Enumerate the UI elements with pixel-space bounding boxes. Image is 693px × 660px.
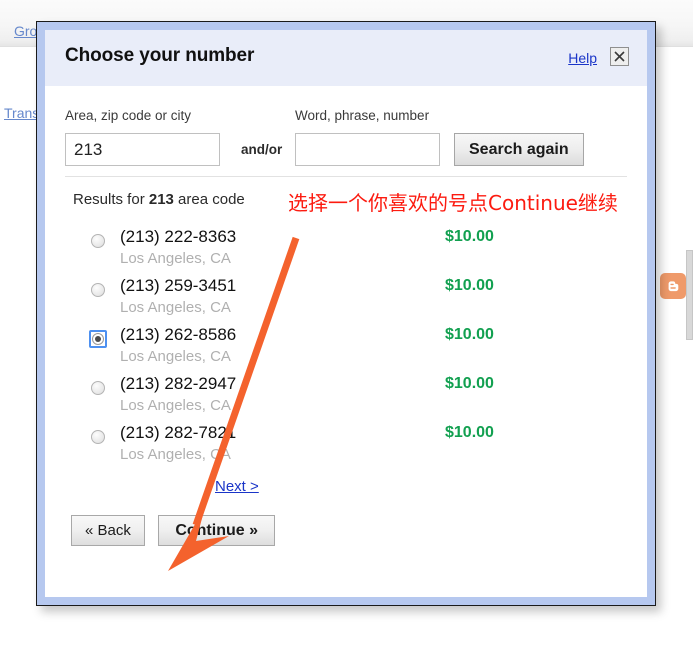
continue-button[interactable]: Continue » (158, 515, 275, 546)
word-input[interactable] (295, 133, 440, 166)
phone-number[interactable]: (213) 222-8363 (120, 227, 236, 247)
phone-price: $10.00 (445, 424, 494, 441)
phone-number[interactable]: (213) 262-8586 (120, 325, 236, 345)
phone-number[interactable]: (213) 259-3451 (120, 276, 236, 296)
help-link[interactable]: Help (568, 50, 597, 66)
blogger-icon[interactable] (660, 273, 686, 299)
results-header-prefix: Results for (73, 191, 149, 208)
phone-city: Los Angeles, CA (120, 446, 231, 463)
annotation-text: 选择一个你喜欢的号点Continue继续 (288, 191, 618, 215)
radio-button[interactable] (91, 283, 105, 297)
phone-price: $10.00 (445, 326, 494, 343)
radio-dot-outer (92, 333, 104, 345)
background-scroll-strip (686, 250, 693, 340)
choose-number-dialog: Choose your number Help Area, zip code o… (36, 21, 656, 606)
back-button[interactable]: « Back (71, 515, 145, 546)
dialog-footer: « Back Continue » (71, 515, 275, 546)
results-header: Results for 213 area code (73, 191, 245, 208)
radio-button-selected[interactable] (89, 330, 107, 348)
word-input-label: Word, phrase, number (295, 108, 430, 123)
table-row[interactable]: (213) 259-3451 Los Angeles, CA $10.00 (45, 276, 647, 326)
area-input[interactable] (65, 133, 220, 166)
next-page-link[interactable]: Next > (215, 478, 259, 495)
phone-number[interactable]: (213) 282-2947 (120, 374, 236, 394)
dialog-header: Choose your number Help (45, 30, 647, 86)
phone-number[interactable]: (213) 282-7821 (120, 423, 236, 443)
table-row[interactable]: (213) 282-7821 Los Angeles, CA $10.00 (45, 423, 647, 473)
close-icon[interactable] (610, 47, 629, 66)
radio-button[interactable] (91, 234, 105, 248)
dialog-content: Choose your number Help Area, zip code o… (45, 30, 647, 597)
phone-price: $10.00 (445, 277, 494, 294)
phone-city: Los Angeles, CA (120, 250, 231, 267)
phone-city: Los Angeles, CA (120, 348, 231, 365)
radio-dot-inner (95, 336, 101, 342)
phone-city: Los Angeles, CA (120, 299, 231, 316)
search-again-button[interactable]: Search again (454, 133, 584, 166)
results-header-term: 213 (148, 191, 174, 208)
phone-city: Los Angeles, CA (120, 397, 231, 414)
andor-label: and/or (241, 142, 283, 157)
results-header-suffix: area code (173, 191, 245, 208)
phone-price: $10.00 (445, 228, 494, 245)
table-row[interactable]: (213) 282-2947 Los Angeles, CA $10.00 (45, 374, 647, 424)
phone-price: $10.00 (445, 375, 494, 392)
radio-button[interactable] (91, 430, 105, 444)
area-input-label: Area, zip code or city (65, 108, 192, 123)
background-link-translate[interactable]: Trans (4, 105, 39, 121)
radio-button[interactable] (91, 381, 105, 395)
section-divider (65, 176, 627, 177)
background-link-groups[interactable]: Gro (14, 23, 37, 39)
table-row[interactable]: (213) 262-8586 Los Angeles, CA $10.00 (45, 325, 647, 375)
table-row[interactable]: (213) 222-8363 Los Angeles, CA $10.00 (45, 227, 647, 277)
results-list: (213) 222-8363 Los Angeles, CA $10.00 (2… (45, 227, 647, 473)
dialog-title: Choose your number (65, 45, 255, 66)
